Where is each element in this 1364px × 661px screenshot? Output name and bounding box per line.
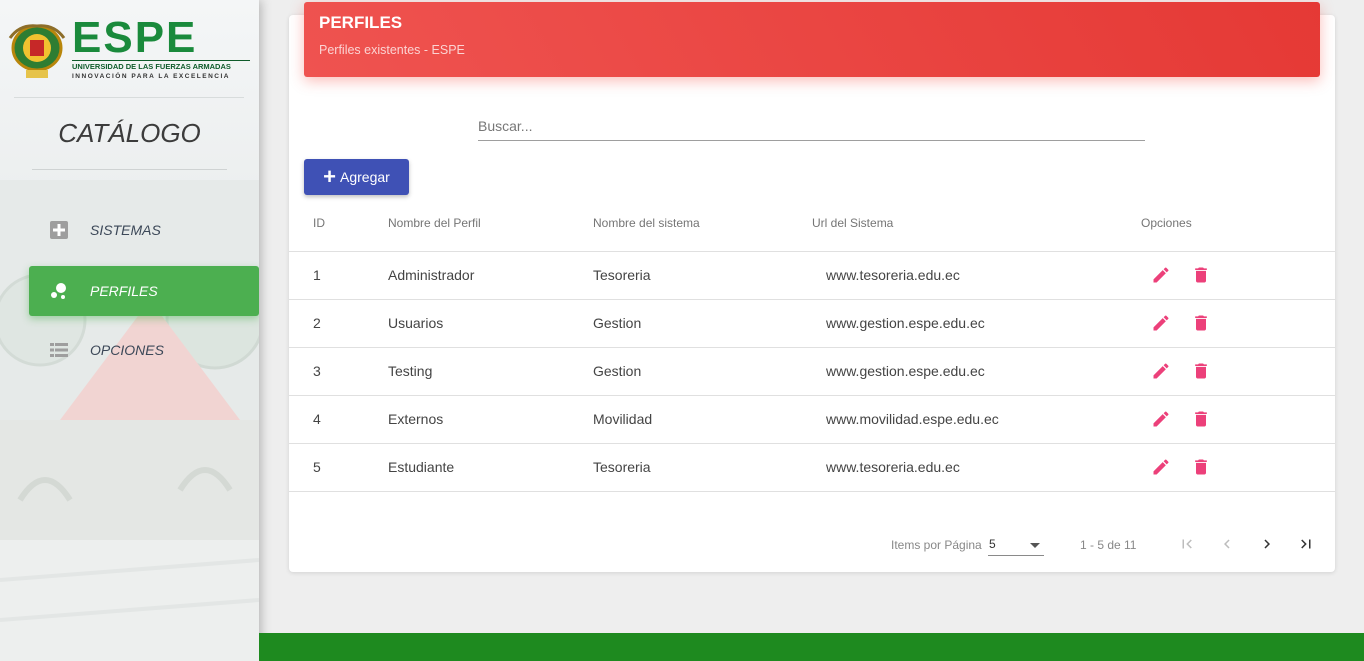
table-row: 4 Externos Movilidad www.movilidad.espe.… [289, 396, 1335, 444]
column-header-sistema[interactable]: Nombre del sistema [593, 216, 700, 230]
sidebar: ESPE UNIVERSIDAD DE LAS FUERZAS ARMADAS … [0, 0, 259, 661]
sidebar-divider [32, 169, 227, 170]
delete-icon[interactable] [1190, 312, 1212, 334]
edit-icon[interactable] [1150, 312, 1172, 334]
cell-perfil: Estudiante [388, 459, 455, 475]
cell-id: 2 [313, 315, 321, 331]
plus-icon: + [323, 164, 337, 189]
footer-bar [259, 633, 1364, 661]
sidebar-item-label: OPCIONES [90, 342, 164, 358]
sidebar-item-perfiles[interactable]: PERFILES [29, 266, 259, 316]
table-row: 3 Testing Gestion www.gestion.espe.edu.e… [289, 348, 1335, 396]
cell-url: www.movilidad.espe.edu.ec [826, 411, 999, 427]
cell-id: 3 [313, 363, 321, 379]
cell-id: 4 [313, 411, 321, 427]
items-per-page-label: Items por Página [891, 538, 982, 552]
sidebar-item-opciones[interactable]: OPCIONES [29, 325, 259, 375]
cell-perfil: Testing [388, 363, 433, 379]
sidebar-item-label: PERFILES [90, 283, 158, 299]
cell-perfil: Externos [388, 411, 444, 427]
edit-icon[interactable] [1150, 360, 1172, 382]
edit-icon[interactable] [1150, 456, 1172, 478]
cell-perfil: Usuarios [388, 315, 444, 331]
cell-sistema: Tesoreria [593, 459, 651, 475]
cell-url: www.gestion.espe.edu.ec [826, 363, 985, 379]
logo-slogan: INNOVACIÓN PARA LA EXCELENCIA [72, 73, 230, 80]
espe-logo-word: ESPE [72, 13, 198, 62]
sidebar-item-sistemas[interactable]: SISTEMAS [29, 205, 259, 255]
cell-sistema: Gestion [593, 315, 642, 331]
delete-icon[interactable] [1190, 264, 1212, 286]
bubbles-icon [49, 281, 69, 301]
cell-sistema: Tesoreria [593, 267, 651, 283]
column-header-id[interactable]: ID [313, 216, 325, 230]
search-field[interactable] [478, 112, 1145, 141]
add-button-label: Agregar [340, 169, 390, 185]
list-icon [49, 340, 69, 360]
cell-perfil: Administrador [388, 267, 475, 283]
table-row: 1 Administrador Tesoreria www.tesoreria.… [289, 252, 1335, 300]
logo-university-name: UNIVERSIDAD DE LAS FUERZAS ARMADAS [72, 60, 250, 71]
sidebar-title: CATÁLOGO [58, 118, 201, 148]
page-size-value: 5 [989, 537, 996, 551]
cell-url: www.tesoreria.edu.ec [826, 267, 960, 283]
edit-icon[interactable] [1150, 264, 1172, 286]
page-size-select[interactable]: 5 [988, 534, 1044, 556]
cell-url: www.gestion.espe.edu.ec [826, 315, 985, 331]
delete-icon[interactable] [1190, 360, 1212, 382]
delete-icon[interactable] [1190, 456, 1212, 478]
university-crest-icon [8, 24, 66, 78]
card-header: PERFILES Perfiles existentes - ESPE [304, 2, 1320, 77]
previous-page-icon[interactable] [1215, 532, 1239, 556]
delete-icon[interactable] [1190, 408, 1212, 430]
table-row: 5 Estudiante Tesoreria www.tesoreria.edu… [289, 444, 1335, 492]
page-title: PERFILES [319, 13, 403, 32]
column-header-perfil[interactable]: Nombre del Perfil [388, 216, 481, 230]
cell-sistema: Movilidad [593, 411, 653, 427]
column-header-opciones: Opciones [1141, 216, 1192, 230]
chevron-down-icon [1030, 543, 1040, 548]
sidebar-divider [14, 97, 244, 98]
plus-box-icon [49, 220, 69, 240]
edit-icon[interactable] [1150, 408, 1172, 430]
search-input[interactable] [478, 112, 1145, 140]
column-header-url[interactable]: Url del Sistema [812, 216, 893, 230]
last-page-icon[interactable] [1294, 532, 1318, 556]
add-button[interactable]: + Agregar [304, 159, 409, 195]
cell-id: 1 [313, 267, 321, 283]
cell-sistema: Gestion [593, 363, 642, 379]
page-range-label: 1 - 5 de 11 [1080, 538, 1137, 552]
first-page-icon[interactable] [1175, 532, 1199, 556]
page-subtitle: Perfiles existentes - ESPE [319, 43, 465, 57]
sidebar-item-label: SISTEMAS [90, 222, 161, 238]
next-page-icon[interactable] [1255, 532, 1279, 556]
espe-logo[interactable]: ESPE UNIVERSIDAD DE LAS FUERZAS ARMADAS … [8, 16, 253, 86]
table-row: 2 Usuarios Gestion www.gestion.espe.edu.… [289, 300, 1335, 348]
cell-id: 5 [313, 459, 321, 475]
cell-url: www.tesoreria.edu.ec [826, 459, 960, 475]
